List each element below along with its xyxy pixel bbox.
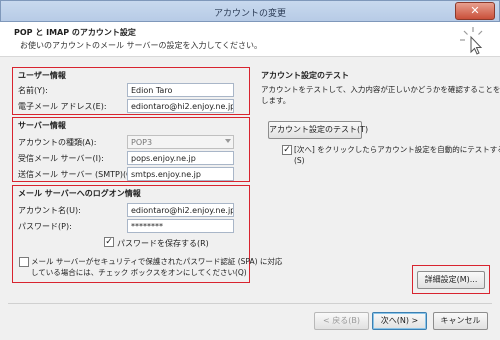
header-subtitle: お使いのアカウントのメール サーバーの設定を入力してください。	[20, 41, 262, 50]
auto-test-checkbox[interactable]: ✓	[282, 145, 292, 155]
password-field[interactable]: ********	[127, 219, 234, 233]
server-info-title: サーバー情報	[18, 121, 66, 130]
spa-label-line2: している場合には、チェック ボックスをオンにしてください(Q)	[31, 268, 247, 277]
email-label: 電子メール アドレス(E):	[18, 102, 107, 111]
window-title: アカウントの変更	[213, 9, 286, 19]
auto-test-label-line2: (S)	[294, 156, 305, 165]
account-type-label: アカウントの種類(A):	[18, 138, 97, 147]
password-label: パスワード(P):	[18, 222, 72, 231]
logon-info-title: メール サーバーへのログオン情報	[18, 189, 141, 198]
close-button[interactable]: ✕	[455, 2, 495, 20]
account-type-select[interactable]: POP3	[127, 135, 234, 149]
email-field[interactable]: ediontaro@hi2.enjoy.ne.jp	[127, 99, 234, 113]
header-title: POP と IMAP のアカウント設定	[14, 28, 136, 37]
checkmark-icon: ✓	[105, 237, 113, 247]
name-field[interactable]: Edion Taro	[127, 83, 234, 97]
dialog-header: POP と IMAP のアカウント設定 お使いのアカウントのメール サーバーの設…	[0, 22, 500, 57]
test-description-line2: します。	[261, 96, 291, 105]
back-button[interactable]: < 戻る(B)	[314, 312, 369, 330]
spa-label: メール サーバーがセキュリティで保護されたパスワード認証 (SPA) に対応 し…	[31, 256, 283, 278]
title-bar: アカウントの変更 ✕	[0, 0, 500, 22]
account-type-value: POP3	[131, 138, 153, 147]
test-account-button[interactable]: アカウント設定のテスト(T)	[268, 121, 368, 139]
incoming-server-field[interactable]: pops.enjoy.ne.jp	[127, 151, 234, 165]
checkmark-icon: ✓	[283, 145, 291, 155]
spa-label-line1: メール サーバーがセキュリティで保護されたパスワード認証 (SPA) に対応	[31, 257, 283, 266]
account-name-label: アカウント名(U):	[18, 206, 81, 215]
close-icon: ✕	[470, 4, 480, 17]
outgoing-server-field[interactable]: smtps.enjoy.ne.jp	[127, 167, 234, 181]
cursor-click-icon	[460, 27, 483, 55]
outgoing-server-label: 送信メール サーバー (SMTP)(O):	[18, 170, 139, 179]
user-info-title: ユーザー情報	[18, 71, 66, 80]
spa-checkbox[interactable]	[19, 257, 29, 267]
test-section-title: アカウント設定のテスト	[261, 71, 349, 80]
cancel-button[interactable]: キャンセル	[433, 312, 488, 330]
incoming-server-label: 受信メール サーバー(I):	[18, 154, 104, 163]
next-button[interactable]: 次へ(N) >	[372, 312, 427, 330]
name-label: 名前(Y):	[18, 86, 48, 95]
auto-test-label-line1: [次へ] をクリックしたらアカウント設定を自動的にテストする	[294, 145, 500, 154]
test-description-line1: アカウントをテストして、入力内容が正しいかどうかを確認することをお勧め	[261, 85, 500, 94]
more-settings-button[interactable]: 詳細設定(M)...	[417, 271, 485, 289]
account-name-field[interactable]: ediontaro@hi2.enjoy.ne.jp	[127, 203, 234, 217]
auto-test-label: [次へ] をクリックしたらアカウント設定を自動的にテストする (S)	[294, 144, 500, 166]
chevron-down-icon	[225, 139, 231, 143]
remember-password-checkbox[interactable]: ✓	[104, 237, 114, 247]
test-description: アカウントをテストして、入力内容が正しいかどうかを確認することをお勧め します。	[261, 84, 500, 106]
remember-password-label: パスワードを保存する(R)	[117, 239, 209, 248]
footer-divider	[8, 303, 492, 304]
